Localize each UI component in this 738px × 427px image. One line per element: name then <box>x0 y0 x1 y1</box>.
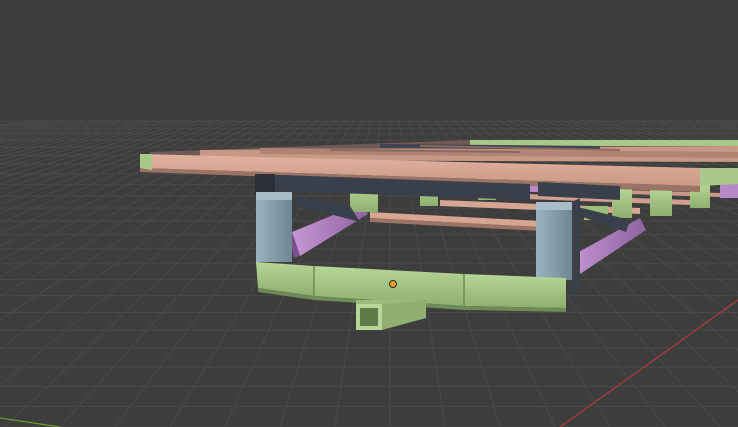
object-origin-icon[interactable] <box>389 280 397 288</box>
3d-model[interactable] <box>0 0 738 427</box>
3d-viewport[interactable] <box>0 0 738 427</box>
hitch-tube[interactable] <box>356 300 426 330</box>
